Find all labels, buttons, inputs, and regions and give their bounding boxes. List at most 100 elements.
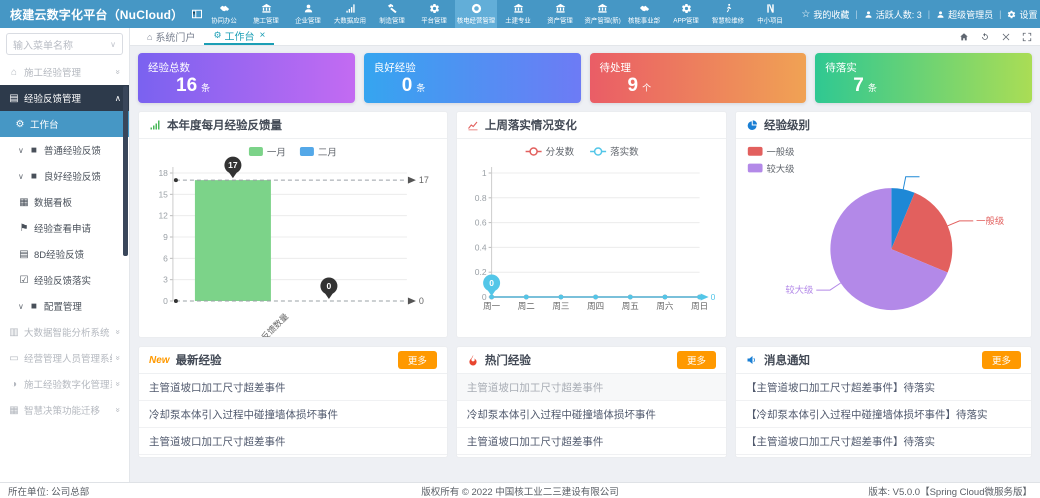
separator: | (999, 9, 1001, 19)
gear-icon (429, 3, 440, 14)
nav-menu-item[interactable]: 协同办公 (203, 0, 245, 28)
sidebar-scrollbar[interactable] (123, 86, 128, 256)
line-chart: 分发数落实数00.20.40.60.81周一周二周三周四周五周六周日00 (457, 139, 726, 337)
nav-menu-item[interactable]: APP管理 (665, 0, 707, 28)
nav-menu-item-label: APP管理 (674, 16, 700, 25)
svg-text:3: 3 (163, 275, 168, 285)
sidebar-item-label: 大数据智能分析系统 (24, 325, 112, 339)
refresh-icon[interactable] (980, 32, 990, 42)
nav-menu-item[interactable]: 核能事业部 (623, 0, 665, 28)
sidebar-item[interactable]: ⚙工作台 (0, 111, 129, 137)
nav-menu-item[interactable]: 企业管理 (287, 0, 329, 28)
close-tab-icon[interactable]: × (260, 30, 266, 41)
svg-text:0.4: 0.4 (475, 242, 487, 252)
list-item[interactable]: 冷却泵本体引入过程中碰撞墙体损坏事件 (139, 401, 447, 428)
close-icon[interactable] (1001, 32, 1011, 42)
fullscreen-icon[interactable] (1022, 32, 1032, 42)
bank-icon (555, 3, 566, 14)
list-item[interactable]: 【冷却泵本体引入过程中碰撞墙体损坏事件】待落实 (736, 401, 1031, 428)
stat-cards-row: 经验总数16条良好经验0条待处理9个待落实7条 (138, 53, 1032, 103)
nav-menu-item[interactable]: 核电经营管理 (455, 0, 497, 28)
list-item[interactable]: 冷却泵本体引入过程中碰撞墙体损坏事件 (457, 401, 726, 428)
line-chart-icon (467, 119, 479, 131)
stat-card-value: 7条 (825, 75, 1022, 99)
nav-menu-item[interactable]: 资产管理 (539, 0, 581, 28)
more-button[interactable]: 更多 (677, 351, 716, 369)
handshake-icon (219, 3, 230, 14)
book-icon: ▤ (18, 249, 30, 260)
sidebar-item[interactable]: ▥大数据智能分析系统» (0, 319, 129, 345)
menu-search-select[interactable]: 输入菜单名称 ∨ (6, 33, 123, 55)
nav-menu-item-label: 资产管理 (548, 16, 574, 25)
nav-menu-item[interactable]: 施工管理 (245, 0, 287, 28)
more-button[interactable]: 更多 (398, 351, 437, 369)
panel-hot-experience: 热门经验更多主管道坡口加工尺寸超差事件冷却泵本体引入过程中碰撞墙体损坏事件主管道… (456, 346, 727, 458)
sidebar-item[interactable]: ∨■良好经验反馈 (0, 163, 129, 189)
sidebar-item[interactable]: ▤经验反馈管理∧ (0, 85, 129, 111)
nav-menu-item-label: 平台管理 (422, 16, 448, 25)
sidebar-item[interactable]: ▤8D经验反馈 (0, 241, 129, 267)
separator: | (928, 9, 930, 19)
navbar-action-label: 超级管理员 (948, 8, 993, 21)
svg-text:9: 9 (163, 232, 168, 242)
nav-menu-item[interactable]: 平台管理 (413, 0, 455, 28)
sidebar-item[interactable]: ☑经验反馈落实 (0, 267, 129, 293)
home-icon: ⌂ (8, 67, 20, 78)
sidebar-item[interactable]: ∨■配置管理 (0, 293, 129, 319)
stat-card: 经验总数16条 (138, 53, 355, 103)
nav-menu-item[interactable]: 智慧检维修 (707, 0, 749, 28)
list-item[interactable]: 主管道坡口加工尺寸超差事件 (139, 374, 447, 401)
nav-menu-item[interactable]: 中小项目 (749, 0, 791, 28)
sidebar-item[interactable]: ⌂施工经验管理» (0, 59, 129, 85)
svg-text:分发数: 分发数 (545, 146, 574, 158)
sidebar-item[interactable]: ◑施工经验数字化管理系统» (0, 371, 129, 397)
handshake-icon (639, 3, 650, 14)
home-icon: ⌂ (147, 32, 152, 42)
tab-workbench[interactable]: ⚙ 工作台 × (204, 28, 274, 45)
nav-menu-item[interactable]: 资产管理(新) (581, 0, 623, 28)
walk-icon (723, 3, 734, 14)
panel-title: 本年度每月经验反馈量 (167, 117, 282, 133)
charts-row: 本年度每月经验反馈量 一月二月0369121518170170反馈数量 上周落实… (138, 111, 1032, 338)
sidebar-item[interactable]: ⚑经验查看申请 (0, 215, 129, 241)
nav-menu-item[interactable]: 大数据应用 (329, 0, 371, 28)
svg-text:0.8: 0.8 (475, 193, 487, 203)
menu-search-placeholder: 输入菜单名称 (13, 37, 73, 52)
sidebar-item-label: 配置管理 (44, 299, 121, 313)
navbar-user-area: ☆我的收藏|活跃人数: 3|超级管理员|设置▾|主题▾|退出 (791, 0, 1040, 28)
sidebar-item[interactable]: ∨■普通经验反馈 (0, 137, 129, 163)
sidebar-item[interactable]: ▦数据看板 (0, 189, 129, 215)
sidebar-item[interactable]: ▦智慧决策功能迁移» (0, 397, 129, 423)
navbar-action-item[interactable]: 设置▾ (1007, 8, 1040, 21)
svg-text:18: 18 (158, 168, 168, 178)
navbar-action-favorites[interactable]: ☆我的收藏 (801, 8, 849, 21)
navbar-action-item[interactable]: 活跃人数: 3 (864, 8, 922, 21)
home-icon[interactable] (959, 32, 969, 42)
stat-card-label: 待落实 (825, 60, 1022, 75)
list-item[interactable]: 主管道坡口加工尺寸超差事件 (457, 428, 726, 455)
svg-text:周六: 周六 (656, 301, 674, 311)
pie-chart: 一般级较大级一般级较大级 (736, 139, 1031, 337)
nav-menu-item-label: 智慧检维修 (712, 16, 744, 25)
nav-menu-item[interactable]: 土建专业 (497, 0, 539, 28)
nav-menu-item[interactable]: 制造管理 (371, 0, 413, 28)
list-item[interactable]: 【主管道坡口加工尺寸超差事件】待落实 (736, 428, 1031, 455)
list-item[interactable]: 主管道坡口加工尺寸超差事件 (457, 374, 726, 401)
hammer-icon (387, 3, 398, 14)
ring-icon (471, 3, 482, 14)
sidebar-item[interactable]: ▭经营管理人员管理系统» (0, 345, 129, 371)
svg-text:周五: 周五 (622, 301, 640, 311)
stat-card-label: 良好经验 (374, 60, 571, 75)
navbar-action-item[interactable]: 超级管理员 (936, 8, 993, 21)
svg-text:周二: 周二 (518, 301, 536, 311)
tab-label: 工作台 (225, 28, 255, 43)
svg-text:0: 0 (163, 296, 168, 306)
more-button[interactable]: 更多 (982, 351, 1021, 369)
list-item[interactable]: 主管道坡口加工尺寸超差事件 (139, 428, 447, 455)
tab-system-portal[interactable]: ⌂ 系统门户 (138, 28, 204, 45)
list-item[interactable]: 【主管道坡口加工尺寸超差事件】待落实 (736, 374, 1031, 401)
panel-title: 最新经验 (176, 352, 222, 368)
svg-text:15: 15 (158, 189, 168, 199)
gear-icon: ⚙ (213, 30, 221, 41)
sidebar-toggle-icon[interactable] (191, 0, 203, 28)
